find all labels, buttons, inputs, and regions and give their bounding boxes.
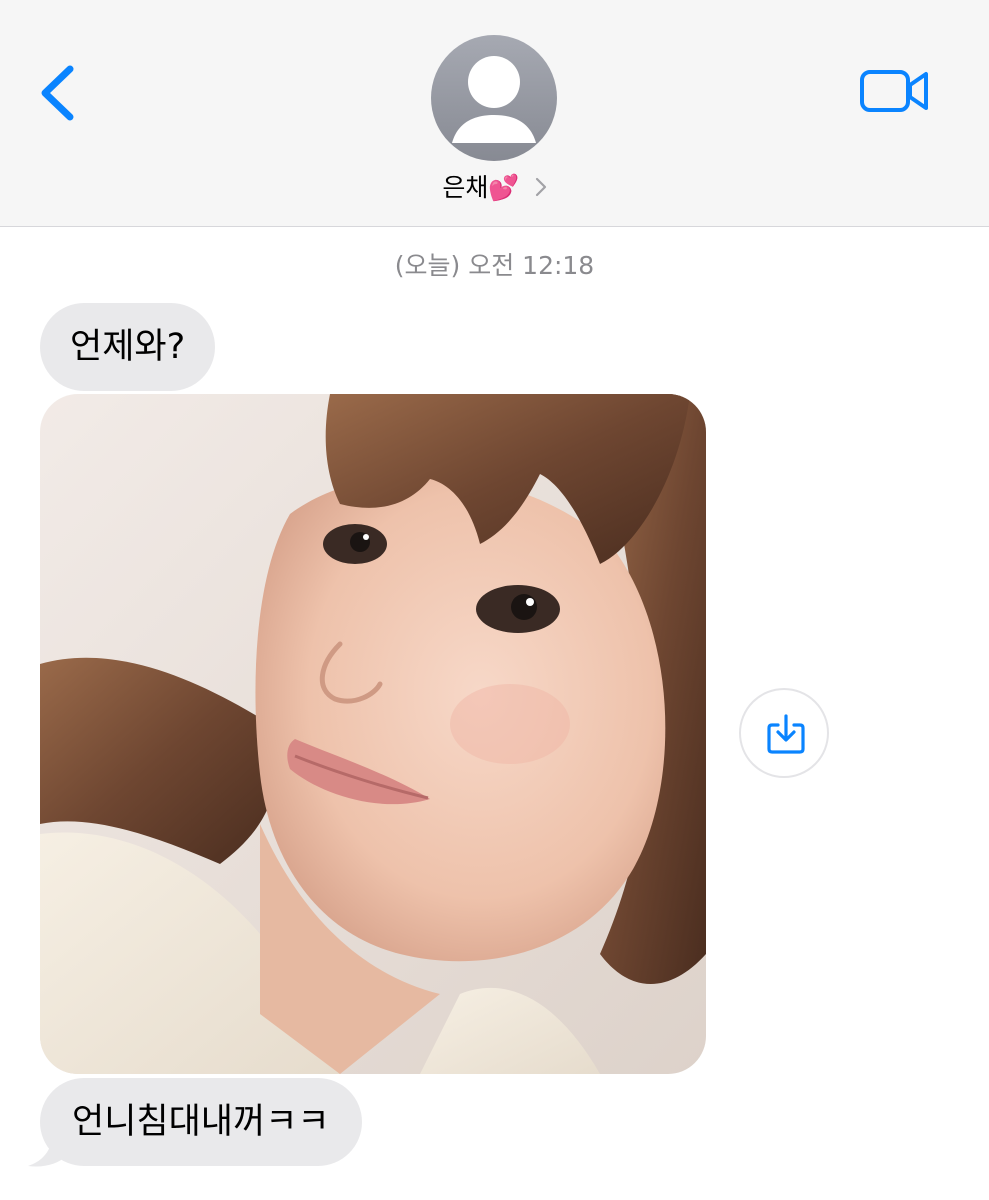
photo-attachment[interactable] bbox=[40, 394, 706, 1074]
save-photo-button[interactable] bbox=[739, 688, 829, 778]
message-text: 언제와? bbox=[70, 327, 186, 367]
video-camera-icon bbox=[860, 70, 928, 112]
save-to-photos-icon bbox=[767, 714, 805, 754]
chevron-left-icon bbox=[41, 65, 74, 121]
contact-name-button[interactable]: 은채💕 bbox=[0, 168, 989, 204]
back-button[interactable] bbox=[30, 58, 90, 128]
contact-name: 은채💕 bbox=[442, 173, 520, 202]
chevron-right-icon bbox=[535, 177, 546, 197]
contact-avatar[interactable] bbox=[431, 35, 557, 161]
conversation-header: 은채💕 bbox=[0, 0, 989, 227]
message-text: 언니침대내꺼ㅋㅋ bbox=[72, 1102, 330, 1142]
received-message-bubble[interactable]: 언제와? bbox=[40, 303, 216, 391]
received-message-bubble[interactable]: 언니침대내꺼ㅋㅋ bbox=[40, 1078, 362, 1166]
selfie-photo bbox=[40, 394, 706, 1074]
facetime-video-button[interactable] bbox=[852, 60, 936, 124]
message-timestamp: (오늘) 오전 12:18 bbox=[394, 251, 595, 280]
person-silhouette-icon bbox=[452, 56, 536, 143]
